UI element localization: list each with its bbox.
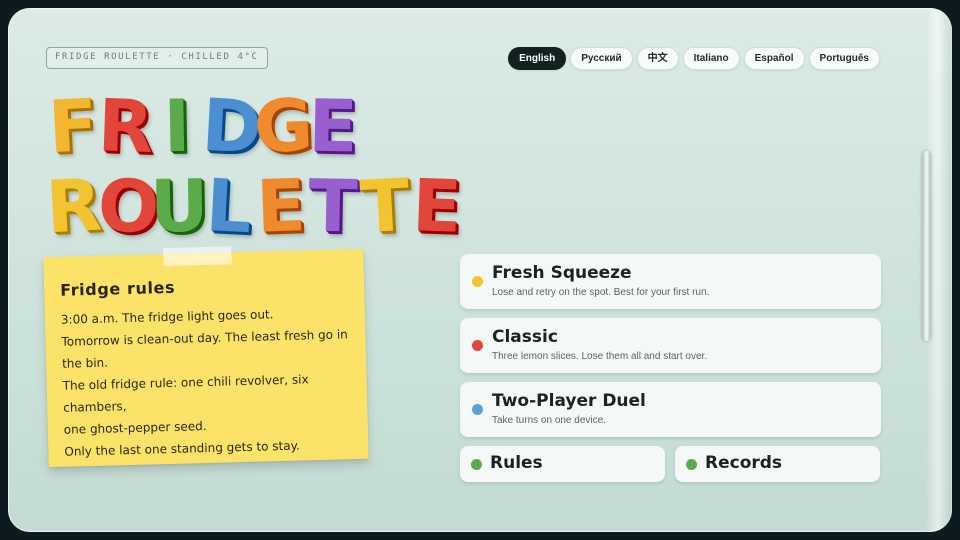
title-letter-magnet: E	[307, 83, 357, 169]
title-letter-magnet: E	[254, 163, 306, 249]
title-letter-magnet: E	[410, 163, 462, 249]
yellow-dot-icon	[472, 276, 483, 287]
mode-subtitle: Lose and retry on the spot. Best for you…	[492, 287, 710, 298]
green-dot-icon	[686, 459, 697, 470]
title-letter-magnet: D	[199, 82, 262, 170]
title-letter-magnet: T	[358, 162, 410, 250]
lang-chinese[interactable]: 中文	[636, 47, 679, 70]
title-letter-magnet: L	[203, 162, 253, 250]
lang-russian[interactable]: Русский	[570, 47, 633, 70]
lang-italian[interactable]: Italiano	[682, 47, 740, 70]
blue-dot-icon	[472, 404, 483, 415]
fridge-door: FRIDGE ROULETTE · CHILLED 4°C English Ру…	[8, 8, 952, 532]
title-letter-magnet: U	[149, 163, 208, 249]
title-letter-magnet: R	[43, 162, 102, 250]
note-title: Fridge rules	[59, 277, 176, 300]
lang-portuguese[interactable]: Português	[808, 47, 880, 70]
mode-subtitle: Three lemon slices. Lose them all and st…	[492, 351, 708, 362]
title-letter-magnet: F	[46, 82, 98, 170]
language-switcher: English Русский 中文 Italiano Español Port…	[508, 47, 880, 70]
mode-fresh-squeeze-button[interactable]: Fresh Squeeze Lose and retry on the spot…	[460, 254, 881, 309]
game-title-line-1: FRIDGE	[46, 82, 358, 170]
title-letter-magnet: G	[252, 82, 313, 169]
mode-classic-button[interactable]: Classic Three lemon slices. Lose them al…	[460, 318, 881, 373]
title-letter-magnet: I	[162, 83, 190, 169]
game-title-line-2: ROULETTE	[43, 162, 462, 250]
records-label: Records	[705, 453, 783, 473]
rules-sticky-note: Fridge rules 3:00 a.m. The fridge light …	[43, 246, 369, 468]
rules-label: Rules	[490, 453, 543, 473]
status-tag: FRIDGE ROULETTE · CHILLED 4°C	[46, 47, 268, 69]
title-letter-magnet: O	[96, 163, 159, 250]
red-dot-icon	[472, 340, 483, 351]
mode-title: Fresh Squeeze	[492, 263, 632, 283]
mode-subtitle: Take turns on one device.	[492, 415, 606, 426]
note-line: The old fridge rule: one chili revolver,…	[62, 372, 309, 415]
lang-english[interactable]: English	[508, 47, 567, 70]
title-letter-magnet: R	[96, 83, 153, 169]
fridge-handle	[922, 151, 931, 341]
green-dot-icon	[471, 459, 482, 470]
title-letter-magnet: T	[307, 163, 357, 249]
mode-menu: Fresh Squeeze Lose and retry on the spot…	[460, 254, 881, 482]
records-button[interactable]: Records	[675, 446, 880, 482]
lang-spanish[interactable]: Español	[743, 47, 805, 70]
note-tape	[163, 246, 232, 267]
mode-two-player-duel-button[interactable]: Two-Player Duel Take turns on one device…	[460, 382, 881, 437]
mode-title: Two-Player Duel	[492, 391, 646, 411]
rules-button[interactable]: Rules	[460, 446, 665, 482]
extras-row: Rules Records	[460, 446, 881, 482]
mode-title: Classic	[492, 327, 558, 347]
